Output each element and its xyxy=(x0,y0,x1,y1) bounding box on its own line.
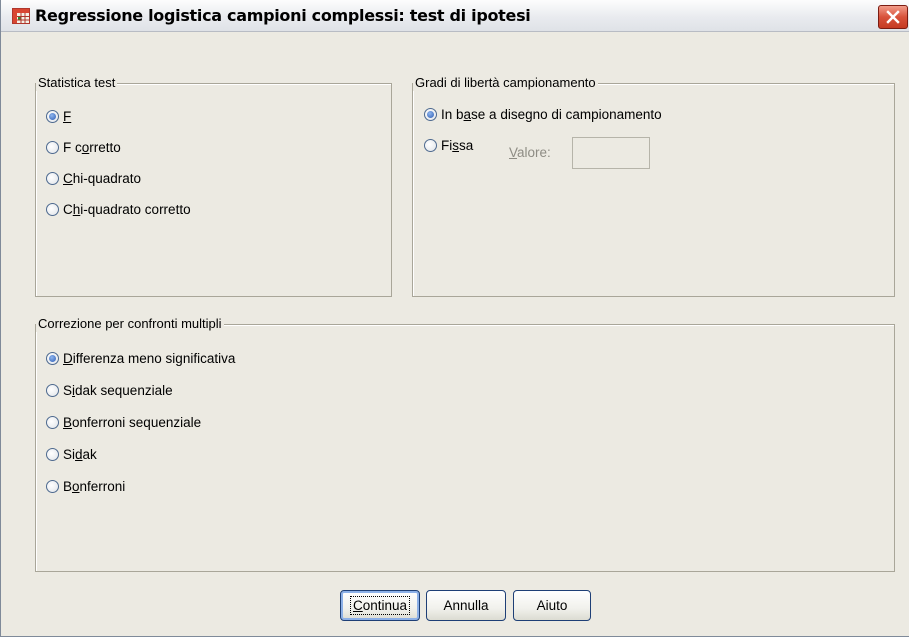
radio-fissa[interactable]: Fissa xyxy=(424,136,473,154)
option-label: Bonferroni xyxy=(63,478,126,494)
radio-differenza-meno-significativa[interactable]: Differenza meno significativa xyxy=(46,349,235,367)
radio-button-icon[interactable] xyxy=(424,107,437,121)
radio-button-icon[interactable] xyxy=(424,138,437,152)
radio-in-base-a-disegno[interactable]: In base a disegno di campionamento xyxy=(424,105,662,123)
spss-app-icon xyxy=(12,8,30,24)
continua-label: Continua xyxy=(349,596,411,615)
option-label: Bonferroni sequenziale xyxy=(63,414,202,430)
radio-button-icon[interactable] xyxy=(46,383,59,397)
radio-chi-quadrato[interactable]: Chi-quadrato xyxy=(46,169,141,187)
radio-button-icon[interactable] xyxy=(46,202,59,216)
radio-button-icon[interactable] xyxy=(46,109,59,123)
title-bar[interactable]: Regressione logistica campioni complessi… xyxy=(1,0,909,32)
radio-button-icon[interactable] xyxy=(46,140,59,154)
option-label: Differenza meno significativa xyxy=(63,350,236,366)
radio-button-icon[interactable] xyxy=(46,447,59,461)
option-label: Chi-quadrato corretto xyxy=(63,201,191,217)
correzione-legend: Correzione per confronti multipli xyxy=(36,316,224,332)
statistica-test-group: Statistica test xyxy=(35,75,392,297)
continua-button[interactable]: Continua xyxy=(340,590,420,621)
radio-button-icon[interactable] xyxy=(46,415,59,429)
radio-button-icon[interactable] xyxy=(46,479,59,493)
radio-bonferroni-sequenziale[interactable]: Bonferroni sequenziale xyxy=(46,413,201,431)
valore-label: Valore: xyxy=(509,145,551,160)
option-label: In base a disegno di campionamento xyxy=(441,106,662,122)
radio-chi-quadrato-corretto[interactable]: Chi-quadrato corretto xyxy=(46,200,191,218)
radio-sidak[interactable]: Sidak xyxy=(46,445,97,463)
annulla-button[interactable]: Annulla xyxy=(426,590,506,621)
option-label: F corretto xyxy=(63,139,121,155)
option-label: Sidak xyxy=(63,446,97,462)
radio-bonferroni[interactable]: Bonferroni xyxy=(46,477,125,495)
close-button[interactable] xyxy=(878,5,908,29)
aiuto-button[interactable]: Aiuto xyxy=(513,590,591,621)
radio-button-icon[interactable] xyxy=(46,171,59,185)
option-label: Sidak sequenziale xyxy=(63,382,173,398)
radio-button-icon[interactable] xyxy=(46,351,59,365)
radio-f-corretto[interactable]: F corretto xyxy=(46,138,121,156)
radio-sidak-sequenziale[interactable]: Sidak sequenziale xyxy=(46,381,173,399)
gradi-liberta-legend: Gradi di libertà campionamento xyxy=(413,75,598,91)
statistica-test-legend: Statistica test xyxy=(36,75,118,91)
window-title: Regressione logistica campioni complessi… xyxy=(35,6,531,25)
option-label: Chi-quadrato xyxy=(63,170,142,186)
option-label: Fissa xyxy=(441,137,474,153)
dialog-window: Regressione logistica campioni complessi… xyxy=(0,0,909,637)
valore-input xyxy=(572,137,650,169)
radio-f[interactable]: F xyxy=(46,107,71,125)
option-label: F xyxy=(63,108,72,124)
